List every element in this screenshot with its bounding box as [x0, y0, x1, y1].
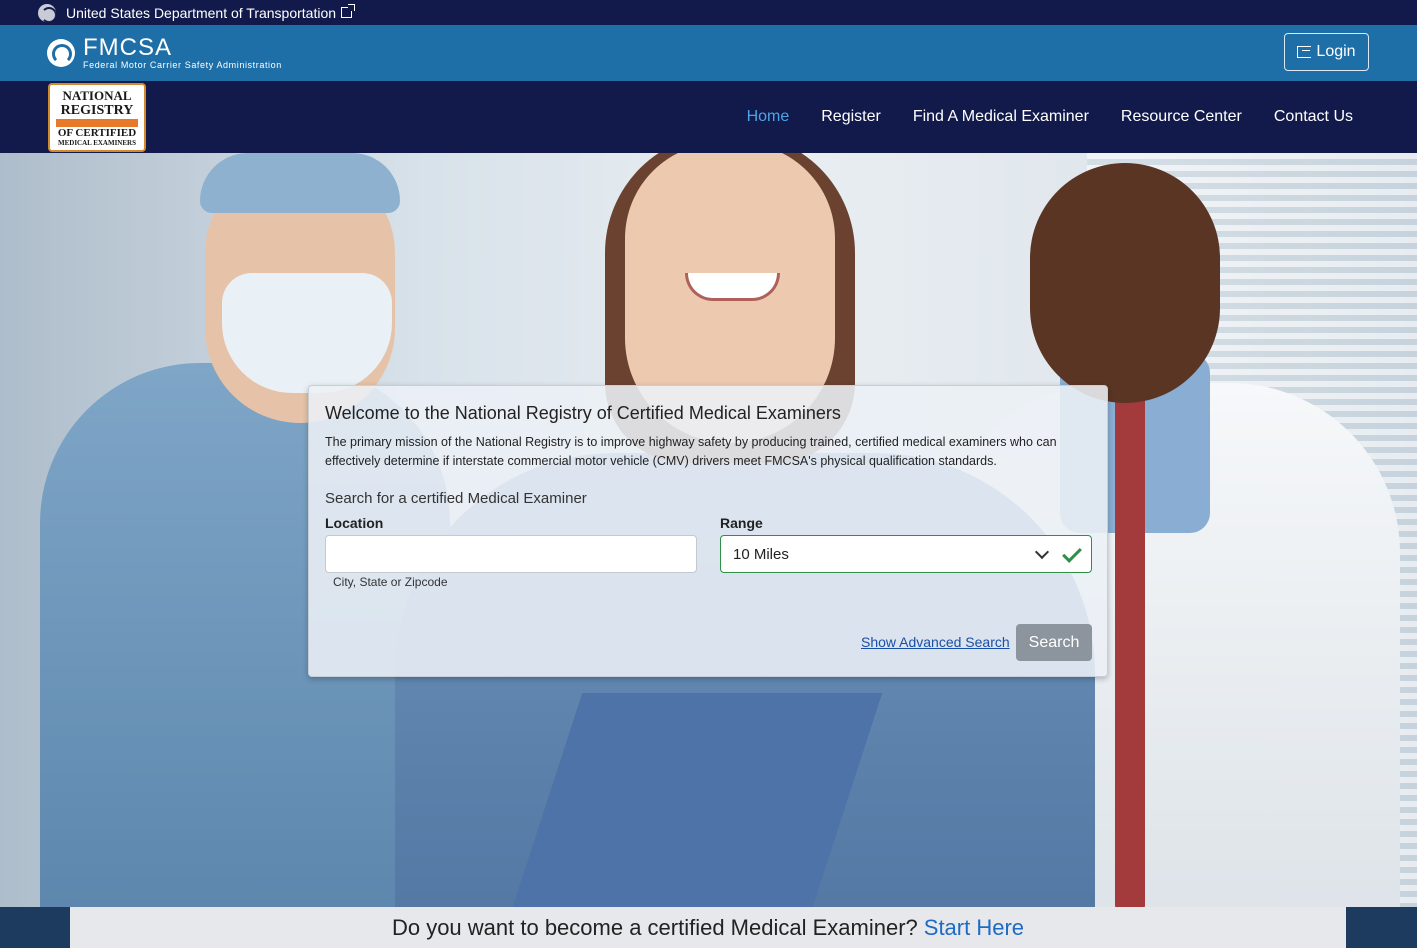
- registry-logo-line2: REGISTRY: [60, 103, 134, 118]
- login-label: Login: [1316, 43, 1356, 60]
- search-button[interactable]: Search: [1016, 624, 1092, 661]
- fmcsa-header: FMCSA Federal Motor Carrier Safety Admin…: [0, 25, 1417, 81]
- registry-logo-line1: NATIONAL: [62, 88, 132, 103]
- cta-text: Do you want to become a certified Medica…: [391, 914, 918, 940]
- nav-register[interactable]: Register: [821, 108, 881, 126]
- search-heading: Search for a certified Medical Examiner: [325, 490, 587, 507]
- fmcsa-name: FMCSA: [83, 34, 172, 61]
- main-nav: NATIONAL REGISTRY OF CERTIFIED MEDICAL E…: [0, 81, 1417, 153]
- registry-logo-line3: OF CERTIFIED: [57, 127, 137, 139]
- hero-surgeon-cap: [200, 153, 400, 213]
- location-hint: City, State or Zipcode: [333, 575, 448, 589]
- location-label: Location: [325, 515, 384, 531]
- welcome-title: Welcome to the National Registry of Cert…: [325, 403, 841, 423]
- dot-logo-icon: [38, 3, 56, 22]
- chevron-down-icon: [1034, 544, 1050, 560]
- hero-nurse-smile: [685, 273, 780, 301]
- fmcsa-logo[interactable]: FMCSA Federal Motor Carrier Safety Admin…: [47, 36, 282, 70]
- hero-surgeon-mask: [222, 273, 392, 393]
- national-registry-logo[interactable]: NATIONAL REGISTRY OF CERTIFIED MEDICAL E…: [48, 83, 146, 152]
- range-select[interactable]: 10 Miles: [720, 535, 1092, 573]
- registry-logo-line4: MEDICAL EXAMINERS: [58, 139, 136, 147]
- fmcsa-subtitle: Federal Motor Carrier Safety Administrat…: [83, 60, 282, 70]
- nav-home[interactable]: Home: [747, 108, 790, 126]
- fmcsa-logo-icon: [47, 39, 75, 67]
- nav-contact-us[interactable]: Contact Us: [1274, 108, 1353, 126]
- range-value: 10 Miles: [733, 545, 789, 563]
- show-advanced-search-link[interactable]: Show Advanced Search: [861, 634, 1010, 650]
- nav-resource-center[interactable]: Resource Center: [1121, 108, 1242, 126]
- external-link-icon[interactable]: [341, 4, 356, 18]
- hero-doctor-head: [1030, 163, 1220, 403]
- become-examiner-banner: Do you want to become a certified Medica…: [70, 907, 1346, 948]
- registry-logo-stripe: [56, 119, 138, 127]
- range-label: Range: [720, 515, 763, 531]
- check-icon: [1062, 543, 1082, 563]
- login-button[interactable]: Login: [1284, 33, 1369, 71]
- nav-find-medical-examiner[interactable]: Find A Medical Examiner: [913, 108, 1089, 126]
- welcome-description: The primary mission of the National Regi…: [325, 435, 1057, 468]
- location-input[interactable]: [325, 535, 697, 573]
- dot-link[interactable]: United States Department of Transportati…: [66, 5, 336, 21]
- hero-doctor-tie: [1115, 393, 1145, 907]
- start-here-link[interactable]: Start Here: [924, 915, 1024, 941]
- dot-bar: United States Department of Transportati…: [0, 0, 1417, 25]
- sign-in-icon: [1297, 46, 1312, 58]
- nav-links: Home Register Find A Medical Examiner Re…: [747, 81, 1353, 153]
- welcome-card: Welcome to the National Registry of Cert…: [308, 385, 1108, 677]
